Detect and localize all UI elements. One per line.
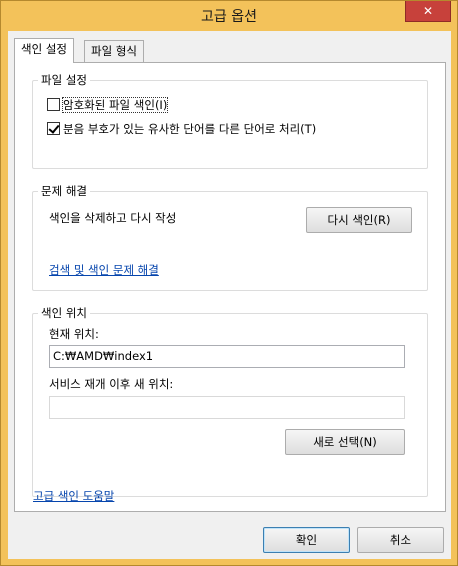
troubleshoot-link[interactable]: 검색 및 색인 문제 해결 <box>49 262 159 278</box>
troubleshooting-title: 문제 해결 <box>38 184 90 198</box>
tab-panel: 파일 설정 암호화된 파일 색인(I) 분음 부호가 있는 유사한 단어를 다른… <box>14 62 446 512</box>
encrypted-files-label: 암호화된 파일 색인(I) <box>61 97 169 113</box>
new-location-field[interactable] <box>49 396 405 419</box>
encrypted-files-checkbox-row[interactable]: 암호화된 파일 색인(I) <box>47 97 169 113</box>
tab-index-settings[interactable]: 색인 설정 <box>14 38 74 63</box>
cancel-button[interactable]: 취소 <box>357 527 444 553</box>
tab-file-types-label: 파일 형식 <box>91 44 137 58</box>
rebuild-button[interactable]: 다시 색인(R) <box>306 207 412 233</box>
index-location-title: 색인 위치 <box>38 306 90 320</box>
title-bar[interactable]: 고급 옵션 ✕ <box>1 1 457 31</box>
tab-file-types[interactable]: 파일 형식 <box>84 40 144 62</box>
dialog-title: 고급 옵션 <box>201 9 257 25</box>
select-new-button[interactable]: 새로 선택(N) <box>285 429 405 455</box>
help-link[interactable]: 고급 색인 도움말 <box>33 488 114 504</box>
current-location-field[interactable]: C:₩AMD₩index1 <box>49 345 405 368</box>
encrypted-files-checkbox[interactable] <box>47 98 60 111</box>
diacritics-checkbox[interactable] <box>47 122 60 135</box>
close-button[interactable]: ✕ <box>405 1 451 22</box>
file-settings-group: 파일 설정 암호화된 파일 색인(I) 분음 부호가 있는 유사한 단어를 다른… <box>32 73 428 169</box>
troubleshooting-group: 문제 해결 색인을 삭제하고 다시 작성 다시 색인(R) 검색 및 색인 문제… <box>32 184 428 291</box>
advanced-options-dialog: 고급 옵션 ✕ 색인 설정 파일 형식 파일 설정 암호화된 파일 색인(I) … <box>0 0 458 566</box>
close-icon: ✕ <box>422 4 434 18</box>
new-location-label: 서비스 재개 이후 새 위치: <box>49 377 174 391</box>
index-location-group: 색인 위치 현재 위치: C:₩AMD₩index1 서비스 재개 이후 새 위… <box>32 306 428 497</box>
dialog-client-area: 색인 설정 파일 형식 파일 설정 암호화된 파일 색인(I) 분음 부호가 있… <box>8 31 451 559</box>
file-settings-title: 파일 설정 <box>38 73 90 87</box>
rebuild-description: 색인을 삭제하고 다시 작성 <box>49 211 177 225</box>
diacritics-checkbox-row[interactable]: 분음 부호가 있는 유사한 단어를 다른 단어로 처리(T) <box>47 121 316 137</box>
ok-button[interactable]: 확인 <box>263 527 350 553</box>
tab-index-settings-label: 색인 설정 <box>21 42 67 56</box>
diacritics-label: 분음 부호가 있는 유사한 단어를 다른 단어로 처리(T) <box>63 122 317 136</box>
current-location-label: 현재 위치: <box>49 327 99 341</box>
